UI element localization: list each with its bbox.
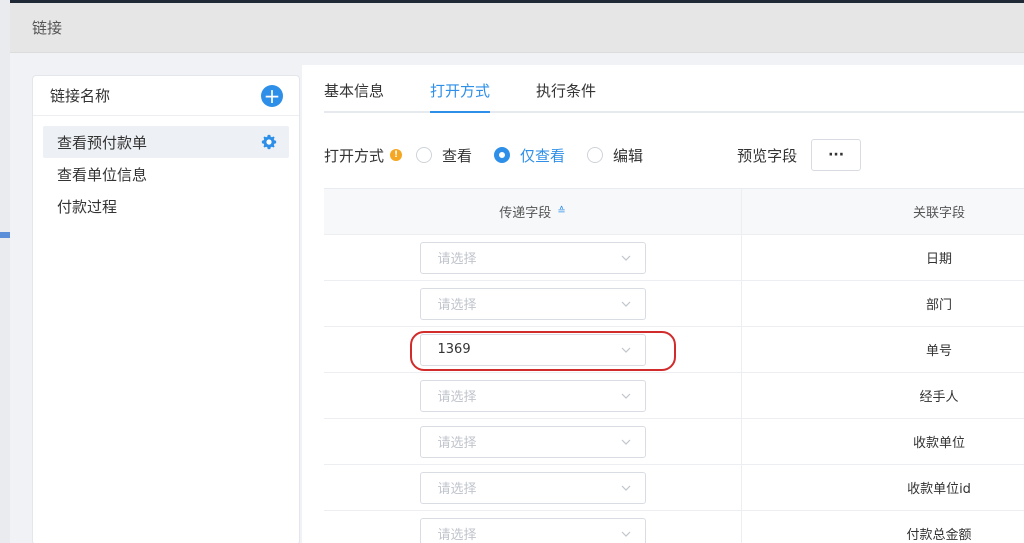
table-row: 请选择 收款单位 <box>324 419 1024 465</box>
pass-field-cell: 请选择 <box>324 419 742 464</box>
link-item-label: 查看预付款单 <box>57 133 148 152</box>
chevron-down-icon <box>621 531 630 537</box>
table-header-row: 传递字段 ≙ 关联字段 <box>324 189 1024 235</box>
radio-label: 查看 <box>442 146 473 165</box>
backdrop-blue-mark <box>0 232 10 238</box>
pass-field-select[interactable]: 请选择 <box>419 517 646 543</box>
dialog-header: 链接 <box>10 3 1024 53</box>
pass-field-select[interactable]: 1369 <box>419 333 646 366</box>
select-placeholder: 请选择 <box>437 298 477 313</box>
select-value: 1369 <box>437 342 471 357</box>
radio-circle <box>416 147 433 163</box>
link-item-view-unit-info[interactable]: 查看单位信息 <box>43 158 289 190</box>
pass-field-select[interactable]: 请选择 <box>419 241 646 274</box>
radio-label: 编辑 <box>613 146 644 165</box>
link-list-title: 链接名称 <box>50 87 111 105</box>
link-item-label: 付款过程 <box>57 197 118 216</box>
chevron-down-icon <box>621 485 630 491</box>
pass-field-cell: 1369 <box>324 327 742 372</box>
preview-fields-label: 预览字段 <box>737 146 798 165</box>
select-placeholder: 请选择 <box>437 482 477 497</box>
dialog-body: 链接名称 + 查看预付款单 查看单位信息 付款过程 基本信息 打开方式 执行条件… <box>10 53 1024 543</box>
pass-field-select[interactable]: 请选择 <box>419 379 646 412</box>
link-item-view-prepayment[interactable]: 查看预付款单 <box>43 126 289 158</box>
radio-circle <box>587 147 604 163</box>
sort-icon[interactable]: ≙ <box>557 206 565 217</box>
related-field-cell: 付款总金额 <box>906 528 972 543</box>
preview-fields-button[interactable]: ··· <box>811 139 862 171</box>
link-settings-panel: 基本信息 打开方式 执行条件 打开方式 ! 查看 仅查看 编辑 预览字段 ···… <box>302 65 1024 543</box>
select-placeholder: 请选择 <box>437 436 477 451</box>
header-pass-field-label: 传递字段 <box>499 206 552 221</box>
gear-icon[interactable] <box>261 134 277 150</box>
open-mode-label: 打开方式 <box>324 146 385 165</box>
table-row: 请选择 经手人 <box>324 373 1024 419</box>
open-mode-row: 打开方式 ! 查看 仅查看 编辑 预览字段 ··· <box>324 135 862 175</box>
link-list-panel: 链接名称 + 查看预付款单 查看单位信息 付款过程 <box>32 75 300 543</box>
plus-circle-icon[interactable]: + <box>261 84 283 107</box>
table-row: 请选择 部门 <box>324 281 1024 327</box>
table-row: 1369 单号 <box>324 327 1024 373</box>
tab-execution-conditions[interactable]: 执行条件 <box>536 65 596 111</box>
link-item-label: 查看单位信息 <box>57 165 148 184</box>
header-pass-field: 传递字段 ≙ <box>324 189 742 234</box>
chevron-down-icon <box>621 393 630 399</box>
pass-field-cell: 请选择 <box>324 235 742 280</box>
pass-field-cell: 请选择 <box>324 281 742 326</box>
chevron-down-icon <box>621 347 630 353</box>
radio-edit[interactable]: 编辑 <box>587 145 643 166</box>
related-field-cell: 收款单位id <box>907 482 971 497</box>
chevron-down-icon <box>621 301 630 307</box>
pass-field-cell: 请选择 <box>324 511 742 543</box>
tab-open-mode[interactable]: 打开方式 <box>430 65 491 113</box>
select-placeholder: 请选择 <box>437 528 477 543</box>
related-field-cell: 部门 <box>925 298 952 313</box>
chevron-down-icon <box>621 255 630 261</box>
pass-field-select[interactable]: 请选择 <box>419 471 646 504</box>
pass-field-select[interactable]: 请选择 <box>419 425 646 458</box>
link-item-payment-process[interactable]: 付款过程 <box>43 190 289 222</box>
info-icon[interactable]: ! <box>390 149 403 161</box>
tab-basic-info[interactable]: 基本信息 <box>324 65 384 111</box>
related-field-cell: 日期 <box>925 252 952 267</box>
related-field-cell: 收款单位 <box>912 436 965 451</box>
header-related-field: 关联字段 <box>912 206 965 221</box>
link-list-header: 链接名称 + <box>33 76 299 116</box>
backdrop-left-edge <box>0 0 10 543</box>
select-placeholder: 请选择 <box>437 252 477 267</box>
table-row: 请选择 日期 <box>324 235 1024 281</box>
related-field-cell: 经手人 <box>919 390 959 405</box>
pass-field-cell: 请选择 <box>324 465 742 510</box>
pass-field-cell: 请选择 <box>324 373 742 418</box>
link-list: 查看预付款单 查看单位信息 付款过程 <box>33 116 299 222</box>
radio-label: 仅查看 <box>520 146 566 165</box>
radio-view[interactable]: 查看 <box>416 145 472 166</box>
table-row: 请选择 收款单位id <box>324 465 1024 511</box>
pass-field-select[interactable]: 请选择 <box>419 287 646 320</box>
table-row: 请选择 付款总金额 <box>324 511 1024 543</box>
field-mapping-table: 传递字段 ≙ 关联字段 请选择 日期 请选择 部门 1369 单号 请选择 经手人 请选择 收款单… <box>324 188 1024 543</box>
related-field-cell: 单号 <box>925 344 952 359</box>
chevron-down-icon <box>621 439 630 445</box>
select-placeholder: 请选择 <box>437 390 477 405</box>
dialog-title: 链接 <box>32 19 63 37</box>
link-dialog: 链接 链接名称 + 查看预付款单 查看单位信息 付款过程 基本信息 打开方式 执… <box>10 3 1024 543</box>
settings-tabs: 基本信息 打开方式 执行条件 <box>324 65 1024 113</box>
radio-circle <box>494 147 511 163</box>
radio-view-only[interactable]: 仅查看 <box>494 145 565 166</box>
table-body: 请选择 日期 请选择 部门 1369 单号 请选择 经手人 请选择 收款单位 请选择 收款单位id 请选… <box>324 235 1024 543</box>
